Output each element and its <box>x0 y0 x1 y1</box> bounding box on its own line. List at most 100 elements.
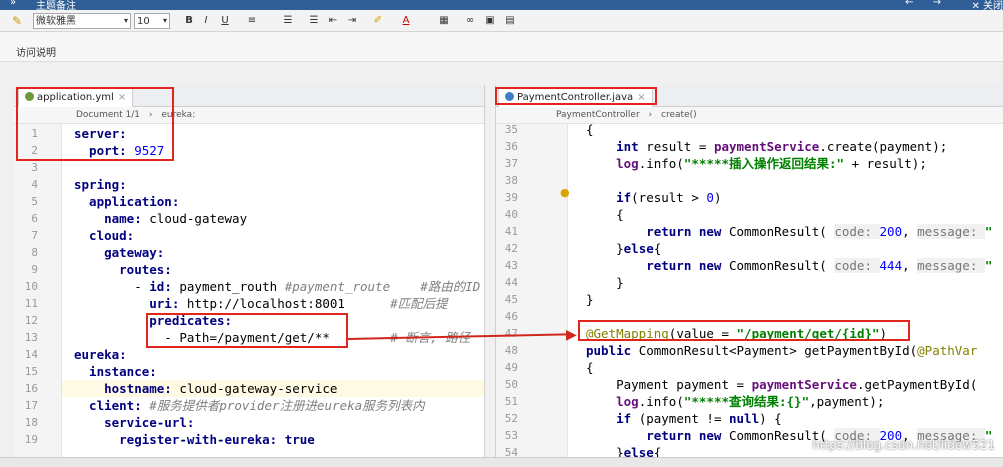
code-token: return new <box>586 428 729 443</box>
code-token: spring: <box>74 177 127 192</box>
code-token: .info( <box>638 156 684 171</box>
code-line[interactable]: client: #服务提供者provider注册进eureka服务列表内 <box>74 397 425 414</box>
code-token: .info( <box>638 394 684 409</box>
code-line[interactable]: gateway: <box>74 244 164 261</box>
code-token: Payment payment = <box>586 377 752 392</box>
code-line[interactable]: } <box>586 291 594 308</box>
code-line[interactable]: public CommonResult<Payment> getPaymentB… <box>586 342 977 359</box>
line-number: 6 <box>31 212 38 225</box>
code-token: 444 <box>879 258 903 273</box>
arrow-head-icon: ▶ <box>566 327 577 343</box>
code-line[interactable]: if(result > 0) <box>586 189 721 206</box>
code-token: } <box>586 275 624 290</box>
line-number: 44 <box>504 276 518 289</box>
line-number: 39 <box>504 191 518 204</box>
code-line[interactable]: log.info("*****查询结果:{}",payment); <box>586 393 884 410</box>
underline-button[interactable]: U <box>217 13 233 29</box>
code-line[interactable]: spring: <box>74 176 127 193</box>
line-number: 5 <box>31 195 38 208</box>
code-token: - <box>74 279 150 294</box>
code-token: #payment_route #路由的ID <box>284 279 481 294</box>
code-line[interactable]: Payment payment = paymentService.getPaym… <box>586 376 977 393</box>
breadcrumb-item[interactable]: PaymentController <box>556 110 640 120</box>
code-token: { <box>586 360 594 375</box>
lightbulb-icon[interactable]: ● <box>560 186 570 199</box>
watermark: https://blog.csdn.net/lidew521 <box>812 438 995 452</box>
outdent-icon[interactable]: ⇤ <box>325 13 341 29</box>
code-token: cloud-gateway <box>149 211 248 226</box>
code-line[interactable]: register-with-eureka: true <box>74 431 315 448</box>
line-number: 46 <box>504 310 518 323</box>
code-line[interactable]: }else{ <box>586 240 661 257</box>
code-line[interactable]: } <box>586 274 624 291</box>
code-line[interactable]: return new CommonResult( code: 444, mess… <box>586 257 992 274</box>
code-token: .getPaymentById( <box>856 377 978 392</box>
code-line[interactable]: instance: <box>74 363 157 380</box>
breadcrumb-item[interactable]: create() <box>661 110 697 120</box>
code-line[interactable]: { <box>586 206 624 223</box>
breadcrumb: PaymentController › create() <box>496 107 1003 124</box>
bullet-list-icon[interactable]: ☰ <box>306 13 322 29</box>
align-icon[interactable]: ≡ <box>244 13 260 29</box>
code-line[interactable]: uri: http://localhost:8001 #匹配后提 <box>74 295 447 312</box>
code-line[interactable]: hostname: cloud-gateway-service <box>74 380 337 397</box>
code-line[interactable]: cloud: <box>74 227 134 244</box>
code-line[interactable]: - id: payment_routh #payment_route #路由的I… <box>74 278 480 295</box>
nav-arrows[interactable]: ← → <box>905 0 949 8</box>
link-icon[interactable]: ∞ <box>462 13 478 29</box>
code-line[interactable]: { <box>586 121 594 138</box>
code-token: , <box>902 258 918 273</box>
code-token: , <box>902 224 918 239</box>
code-token: log <box>586 394 639 409</box>
pane-divider[interactable] <box>484 85 496 457</box>
highlight-icon[interactable]: ✐ <box>370 13 386 29</box>
code-token: } <box>586 292 594 307</box>
table-icon[interactable]: ▦ <box>436 13 452 29</box>
title-bar: » 主题备注 ← → ✕ 关闭 <box>0 0 1003 12</box>
code-line[interactable]: name: cloud-gateway <box>74 210 247 227</box>
code-token: register-with-eureka: <box>74 432 285 447</box>
code-line[interactable]: return new CommonResult( code: 200, mess… <box>586 223 992 240</box>
code-token: (result > <box>631 190 707 205</box>
indent-icon[interactable]: ⇥ <box>344 13 360 29</box>
line-number: 3 <box>31 161 38 174</box>
line-number: 38 <box>504 174 518 187</box>
code-token: code: <box>834 224 880 239</box>
page-title: 访问说明 <box>16 48 56 59</box>
line-number: 50 <box>504 378 518 391</box>
chevron-down-icon[interactable]: ▾ <box>124 13 128 29</box>
font-family-select[interactable]: 微软雅黑 <box>33 13 131 29</box>
code-line[interactable]: eureka: <box>74 346 127 363</box>
code-token: if <box>586 411 639 426</box>
code-line[interactable]: log.info("*****插入操作返回结果:" + result); <box>586 155 927 172</box>
chevron-down-icon[interactable]: ▾ <box>163 13 167 29</box>
brush-icon[interactable]: ✎ <box>12 13 22 29</box>
code-token: code: <box>834 258 880 273</box>
line-number: 42 <box>504 242 518 255</box>
code-line[interactable]: if (payment != null) { <box>586 410 782 427</box>
code-token: gateway: <box>74 245 165 260</box>
code-token: ,payment); <box>809 394 885 409</box>
code-token: name: <box>74 211 150 226</box>
source-icon[interactable]: ▤ <box>502 13 518 29</box>
horizontal-scrollbar[interactable] <box>0 457 1003 467</box>
code-token: instance: <box>74 364 157 379</box>
numbered-list-icon[interactable]: ☰ <box>280 13 296 29</box>
code-line[interactable]: { <box>586 359 594 376</box>
bold-button[interactable]: B <box>181 13 197 29</box>
code-token: CommonResult( <box>729 224 835 239</box>
code-line[interactable]: application: <box>74 193 179 210</box>
code-line[interactable]: service-url: <box>74 414 194 431</box>
code-token: return new <box>586 258 729 273</box>
image-icon[interactable]: ▣ <box>482 13 498 29</box>
code-line[interactable]: int result = paymentService.create(payme… <box>586 138 947 155</box>
line-number: 36 <box>504 140 518 153</box>
code-token: message: <box>917 224 985 239</box>
line-number: 49 <box>504 361 518 374</box>
font-color-icon[interactable]: A <box>398 13 414 29</box>
italic-button[interactable]: I <box>198 13 214 29</box>
code-token: payment_routh <box>179 279 285 294</box>
expand-icon[interactable]: » <box>10 0 16 8</box>
line-number: 19 <box>24 433 38 446</box>
code-line[interactable]: routes: <box>74 261 172 278</box>
